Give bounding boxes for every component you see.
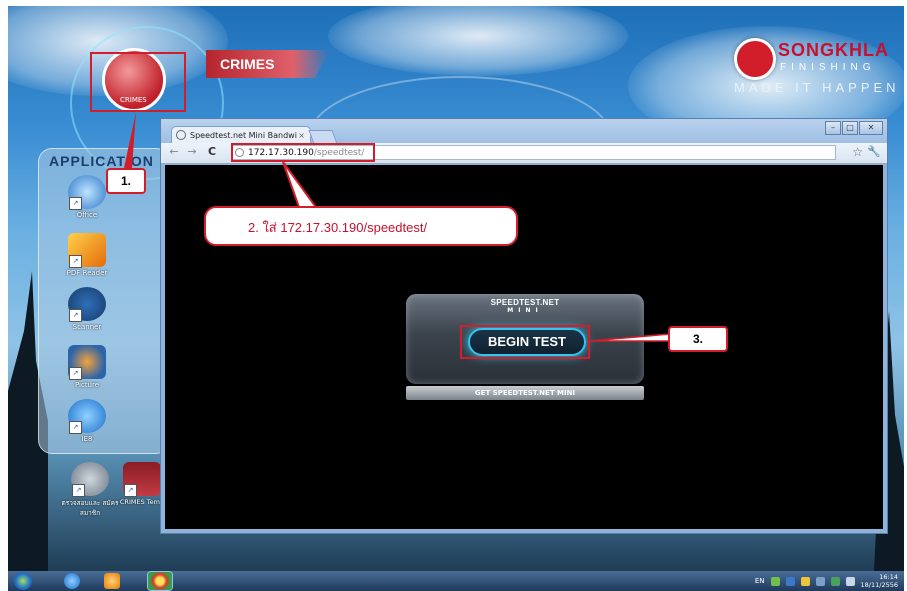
logo-slogan: MADE IT HAPPEN — [734, 80, 900, 95]
applications-panel: APPLICATION ↗ Office ↗ PDF Reader ↗ Scan… — [38, 148, 170, 454]
pdf-reader-shortcut[interactable]: ↗ PDF Reader — [57, 233, 117, 277]
new-tab-button[interactable] — [308, 130, 338, 144]
shortcut-arrow-icon: ↗ — [69, 421, 82, 434]
ie-taskbar-icon[interactable] — [64, 573, 80, 589]
company-logo: SONGKHLA FINISHING MADE IT HAPPEN — [724, 30, 896, 100]
chrome-taskbar-icon[interactable] — [148, 572, 172, 590]
shortcut-arrow-icon: ↗ — [69, 367, 82, 380]
crimes-highlight-box — [90, 52, 186, 112]
shortcut-arrow-icon: ↗ — [69, 255, 82, 268]
scanner-label: Scanner — [72, 323, 102, 331]
close-button[interactable]: ✕ — [859, 121, 883, 135]
display-icon[interactable] — [815, 576, 825, 586]
clock-date: 18/11/2556 — [860, 581, 898, 589]
picture-label: Picture — [74, 381, 100, 389]
page-icon — [176, 130, 186, 140]
step-1-callout: 1. — [106, 168, 146, 194]
step-2-callout: 2. ใส่ 172.17.30.190/speedtest/ — [204, 206, 518, 246]
ie8-label: IE8 — [81, 435, 93, 443]
logo-mark-icon — [734, 38, 776, 80]
volume-icon[interactable] — [845, 576, 855, 586]
tab-title: Speedtest.net Mini Bandwi — [190, 131, 297, 140]
update-icon[interactable] — [800, 576, 810, 586]
reload-icon[interactable]: C — [205, 145, 219, 158]
network-icon[interactable] — [770, 576, 780, 586]
speedtest-mini-label: MINI — [507, 307, 543, 314]
speedtest-brand: SPEEDTEST.NET — [490, 298, 560, 307]
wrench-menu-icon[interactable]: 🔧 — [867, 145, 881, 158]
applications-title: APPLICATION — [49, 153, 154, 169]
crimes-banner: CRIMES — [206, 50, 330, 78]
begin-test-highlight-box — [460, 325, 590, 359]
scanner-shortcut[interactable]: ↗ Scanner — [57, 287, 117, 331]
member-check-label: ตรวจสอบและ สมัครสมาชิก — [61, 499, 119, 517]
step-3-callout: 3. — [668, 326, 728, 352]
forward-arrow-icon[interactable]: → — [185, 145, 199, 158]
logo-brand: SONGKHLA — [778, 40, 889, 60]
clock[interactable]: 16:14 18/11/2556 — [861, 573, 898, 589]
back-arrow-icon[interactable]: ← — [167, 145, 181, 158]
clock-time: 16:14 — [879, 573, 898, 581]
get-speedtest-mini-link[interactable]: GET SPEEDTEST.NET MINI — [406, 386, 644, 400]
member-check-shortcut[interactable]: ↗ ตรวจสอบและ สมัครสมาชิก — [60, 462, 120, 518]
bookmark-star-icon[interactable]: ☆ — [852, 145, 863, 159]
media-player-icon[interactable] — [104, 573, 120, 589]
tab-close-icon[interactable]: × — [298, 127, 305, 143]
minimize-button[interactable]: – — [825, 121, 841, 135]
shortcut-arrow-icon: ↗ — [69, 197, 82, 210]
language-indicator[interactable]: EN — [755, 577, 765, 585]
tab-speedtest[interactable]: Speedtest.net Mini Bandwi × — [171, 126, 311, 143]
window-controls: – □ ✕ — [825, 121, 883, 135]
tab-bar: Speedtest.net Mini Bandwi × – □ ✕ — [161, 119, 887, 144]
maximize-button[interactable]: □ — [842, 121, 858, 135]
url-highlight-box — [231, 143, 375, 162]
office-label: Office — [76, 211, 98, 219]
logo-sub: FINISHING — [780, 62, 876, 73]
ie8-shortcut[interactable]: ↗ IE8 — [57, 399, 117, 443]
pdf-reader-label: PDF Reader — [66, 269, 108, 277]
security-icon[interactable] — [830, 576, 840, 586]
cloud — [328, 6, 628, 76]
taskbar: EN 16:14 18/11/2556 — [8, 571, 904, 591]
shield-icon[interactable] — [785, 576, 795, 586]
shortcut-arrow-icon: ↗ — [69, 309, 82, 322]
system-tray: EN 16:14 18/11/2556 — [755, 573, 898, 589]
shortcut-arrow-icon: ↗ — [124, 484, 137, 497]
shortcut-arrow-icon: ↗ — [72, 484, 85, 497]
picture-shortcut[interactable]: ↗ Picture — [57, 345, 117, 389]
start-button-icon[interactable] — [14, 572, 32, 590]
